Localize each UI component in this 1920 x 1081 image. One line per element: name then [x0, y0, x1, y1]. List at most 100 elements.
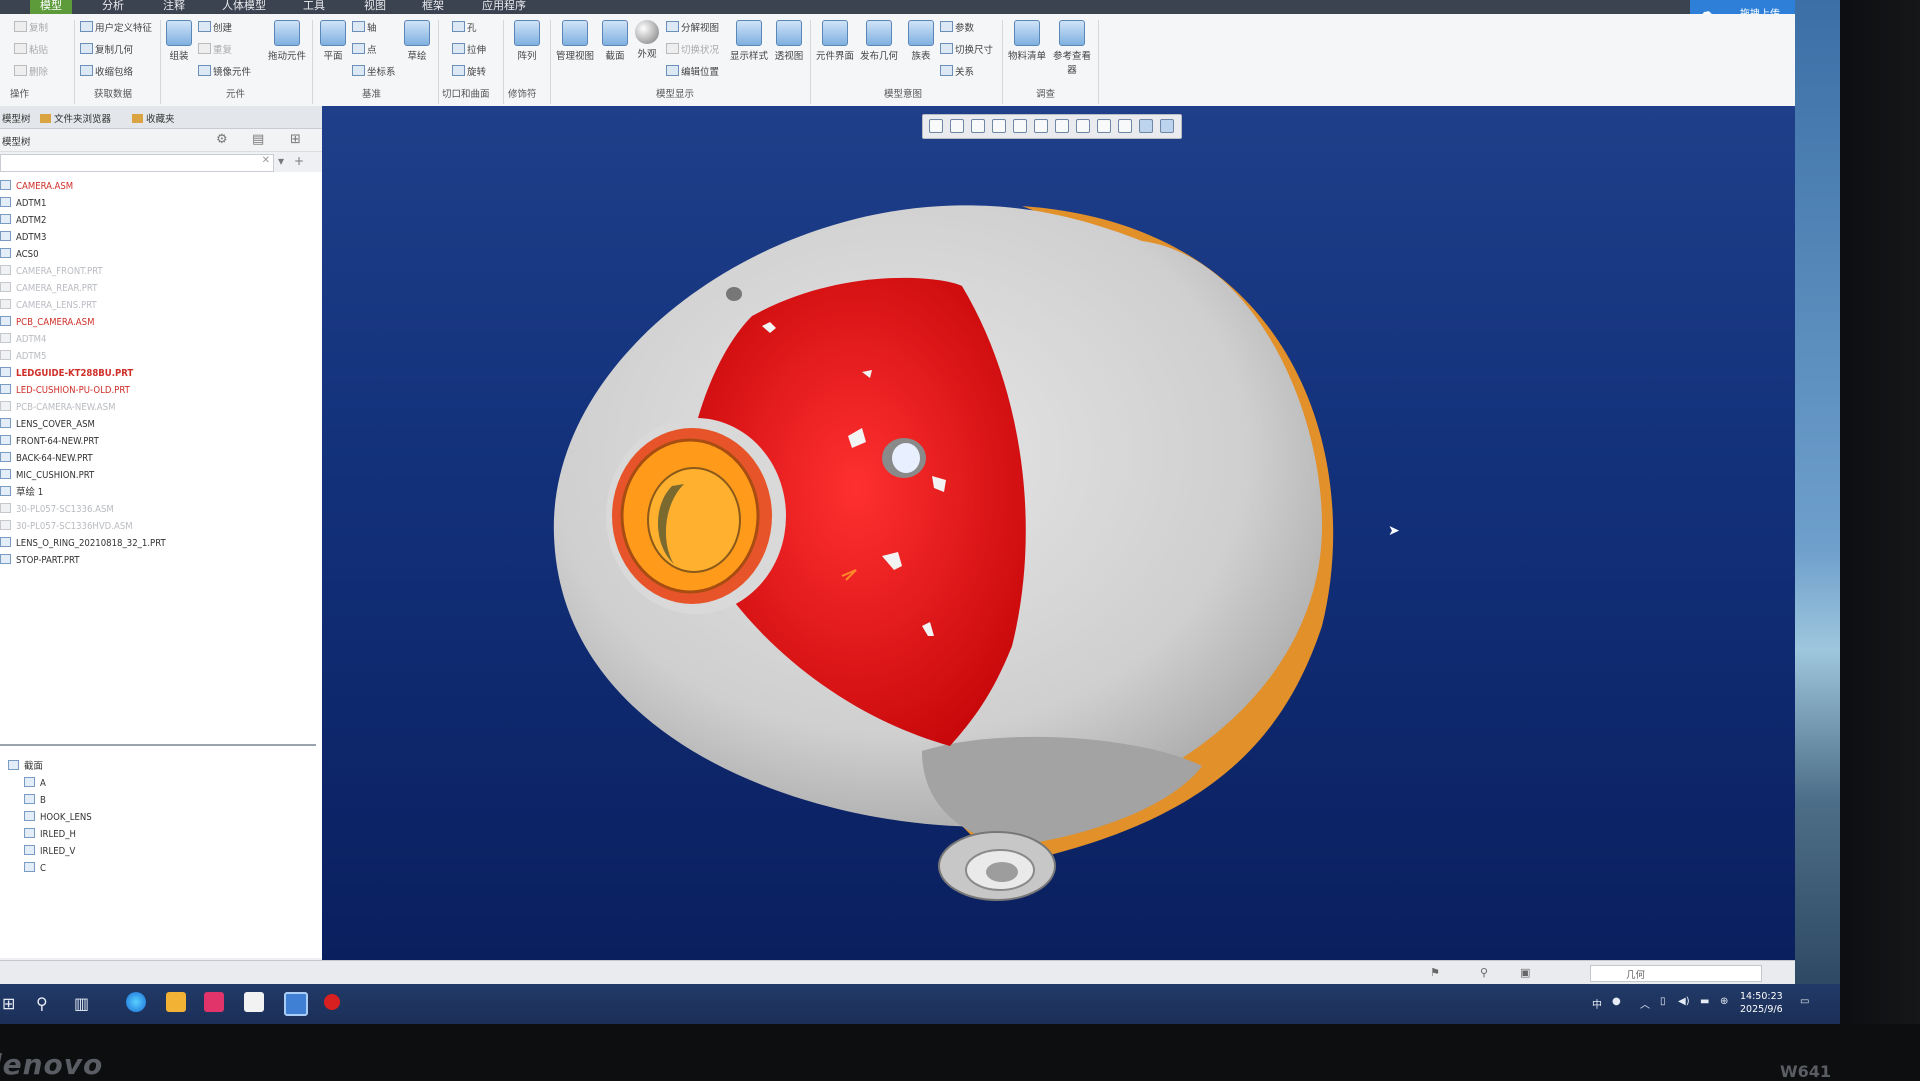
axis-button[interactable]: 轴	[352, 20, 377, 34]
search-dropdown-icon[interactable]: ▾	[278, 154, 284, 168]
group-model-intent[interactable]: 模型意图	[884, 86, 922, 100]
appearance-button[interactable]: 外观	[628, 20, 666, 60]
group-investigate[interactable]: 调查	[1036, 86, 1055, 100]
publish-geometry-button[interactable]: 发布几何	[858, 20, 900, 62]
tree-node[interactable]: ADTM2	[0, 214, 46, 228]
tree-node[interactable]: PCB_CAMERA.ASM	[0, 316, 94, 330]
copy-geometry-button[interactable]: 复制几何	[80, 42, 133, 56]
revolve-button[interactable]: 旋转	[452, 64, 486, 78]
family-table-button[interactable]: 族表	[902, 20, 940, 62]
usb-icon[interactable]: ▯	[1660, 996, 1666, 1007]
view-manager-icon[interactable]	[1076, 119, 1090, 133]
saved-views-icon[interactable]	[1034, 119, 1048, 133]
tree-node[interactable]: STOP-PART.PRT	[0, 554, 79, 568]
switch-dimensions-button[interactable]: 切换尺寸	[940, 42, 993, 56]
zoom-in-icon[interactable]	[950, 119, 964, 133]
tab-view[interactable]: 视图	[364, 0, 386, 14]
extrude-button[interactable]: 拉伸	[452, 42, 486, 56]
delete-button[interactable]: 删除	[14, 64, 48, 78]
refit-icon[interactable]	[929, 119, 943, 133]
add-filter-icon[interactable]: +	[294, 154, 304, 168]
tab-folder-browser[interactable]: 文件夹浏览器	[40, 111, 111, 125]
display-style-button[interactable]: 显示样式	[728, 20, 770, 62]
csys-button[interactable]: 坐标系	[352, 64, 396, 78]
tree-node[interactable]: CAMERA_REAR.PRT	[0, 282, 97, 296]
manage-views-button[interactable]: 管理视图	[554, 20, 596, 62]
tab-manikin[interactable]: 人体模型	[222, 0, 266, 14]
tab-applications[interactable]: 应用程序	[482, 0, 526, 14]
tab-analysis[interactable]: 分析	[102, 0, 124, 14]
group-modifiers[interactable]: 修饰符	[508, 86, 537, 100]
group-operations[interactable]: 操作	[10, 86, 29, 100]
tree-options-icon[interactable]: ⊞	[290, 132, 301, 147]
repaint-icon[interactable]	[992, 119, 1006, 133]
tree-node[interactable]: 草绘 1	[0, 486, 43, 500]
battery-icon[interactable]: ▬	[1700, 996, 1709, 1007]
tree-node[interactable]: LEDGUIDE-KT288BU.PRT	[0, 367, 133, 381]
datum-display-icon[interactable]	[1118, 119, 1132, 133]
tree-node[interactable]: MIC_CUSHION.PRT	[0, 469, 94, 483]
shrinkwrap-button[interactable]: 收缩包络	[80, 64, 133, 78]
bom-button[interactable]: 物料清单	[1006, 20, 1048, 62]
group-model-display[interactable]: 模型显示	[656, 86, 694, 100]
paste-button[interactable]: 粘贴	[14, 42, 48, 56]
component-interface-button[interactable]: 元件界面	[814, 20, 856, 62]
exploded-view-button[interactable]: 分解视图	[666, 20, 719, 34]
tab-favorites[interactable]: 收藏夹	[132, 111, 175, 125]
wechat-icon[interactable]: ●	[1612, 996, 1621, 1007]
display-style-icon[interactable]	[1055, 119, 1069, 133]
section-item[interactable]: IRLED_V	[24, 845, 75, 859]
tree-node[interactable]: ADTM5	[0, 350, 46, 364]
tree-node[interactable]: LENS_O_RING_20210818_32_1.PRT	[0, 537, 166, 551]
repeat-button[interactable]: 重复	[198, 42, 232, 56]
tree-search-input[interactable]: ✕	[0, 154, 274, 172]
pattern-button[interactable]: 阵列	[508, 20, 546, 62]
tree-node[interactable]: BACK-64-NEW.PRT	[0, 452, 93, 466]
zoom-out-icon[interactable]	[971, 119, 985, 133]
edit-position-button[interactable]: 编辑位置	[666, 64, 719, 78]
section-item[interactable]: C	[24, 862, 46, 876]
ime-indicator[interactable]: 中	[1592, 996, 1602, 1011]
graphics-viewport[interactable]	[322, 106, 1795, 960]
section-item[interactable]: IRLED_H	[24, 828, 76, 842]
assemble-button[interactable]: 组装	[160, 20, 198, 62]
search-icon[interactable]: ⚲	[36, 994, 48, 1013]
tree-node[interactable]: 30-PL057-SC1336HVD.ASM	[0, 520, 133, 534]
drag-components-button[interactable]: 拖动元件	[268, 20, 306, 62]
tree-settings-icon[interactable]: ▤	[252, 132, 264, 147]
toggle-status-button[interactable]: 切换状况	[666, 42, 719, 56]
find-icon[interactable]: ⚲	[1480, 966, 1488, 979]
tree-node[interactable]: FRONT-64-NEW.PRT	[0, 435, 99, 449]
perspective-button[interactable]: 透视图	[770, 20, 808, 62]
network-globe-icon[interactable]: ⊕	[1720, 996, 1728, 1007]
perspective-view-icon[interactable]	[1097, 119, 1111, 133]
spin-center-icon[interactable]	[1160, 119, 1174, 133]
tree-node[interactable]: PCB-CAMERA-NEW.ASM	[0, 401, 115, 415]
group-get-data[interactable]: 获取数据	[94, 86, 132, 100]
tree-node[interactable]: ADTM4	[0, 333, 46, 347]
volume-icon[interactable]: ◀)	[1678, 996, 1690, 1007]
record-icon[interactable]	[324, 994, 340, 1010]
group-cut-surface[interactable]: 切口和曲面	[442, 86, 490, 100]
plane-button[interactable]: 平面	[314, 20, 352, 62]
udf-button[interactable]: 用户定义特征	[80, 20, 152, 34]
selection-filter-select[interactable]: 几何	[1590, 965, 1762, 982]
tree-node[interactable]: ACS0	[0, 248, 39, 262]
tree-node[interactable]: LED-CUSHION-PU-OLD.PRT	[0, 384, 130, 398]
selection-status-icon[interactable]: ⚑	[1430, 966, 1440, 979]
tree-filter-icon[interactable]: ⚙	[216, 132, 228, 147]
tab-tools[interactable]: 工具	[303, 0, 325, 14]
tree-divider[interactable]	[0, 744, 316, 746]
start-icon[interactable]: ⊞	[2, 994, 15, 1013]
group-datum[interactable]: 基准	[362, 86, 381, 100]
edge-browser-icon[interactable]	[126, 992, 146, 1012]
app-pink-icon[interactable]	[204, 992, 224, 1012]
create-button[interactable]: 创建	[198, 20, 232, 34]
copy-button[interactable]: 复制	[14, 20, 48, 34]
tree-node[interactable]: ADTM1	[0, 197, 46, 211]
tree-node[interactable]: CAMERA.ASM	[0, 180, 73, 194]
section-item[interactable]: A	[24, 777, 46, 791]
tab-annotate[interactable]: 注释	[163, 0, 185, 14]
tree-node[interactable]: ADTM3	[0, 231, 46, 245]
section-item[interactable]: B	[24, 794, 46, 808]
